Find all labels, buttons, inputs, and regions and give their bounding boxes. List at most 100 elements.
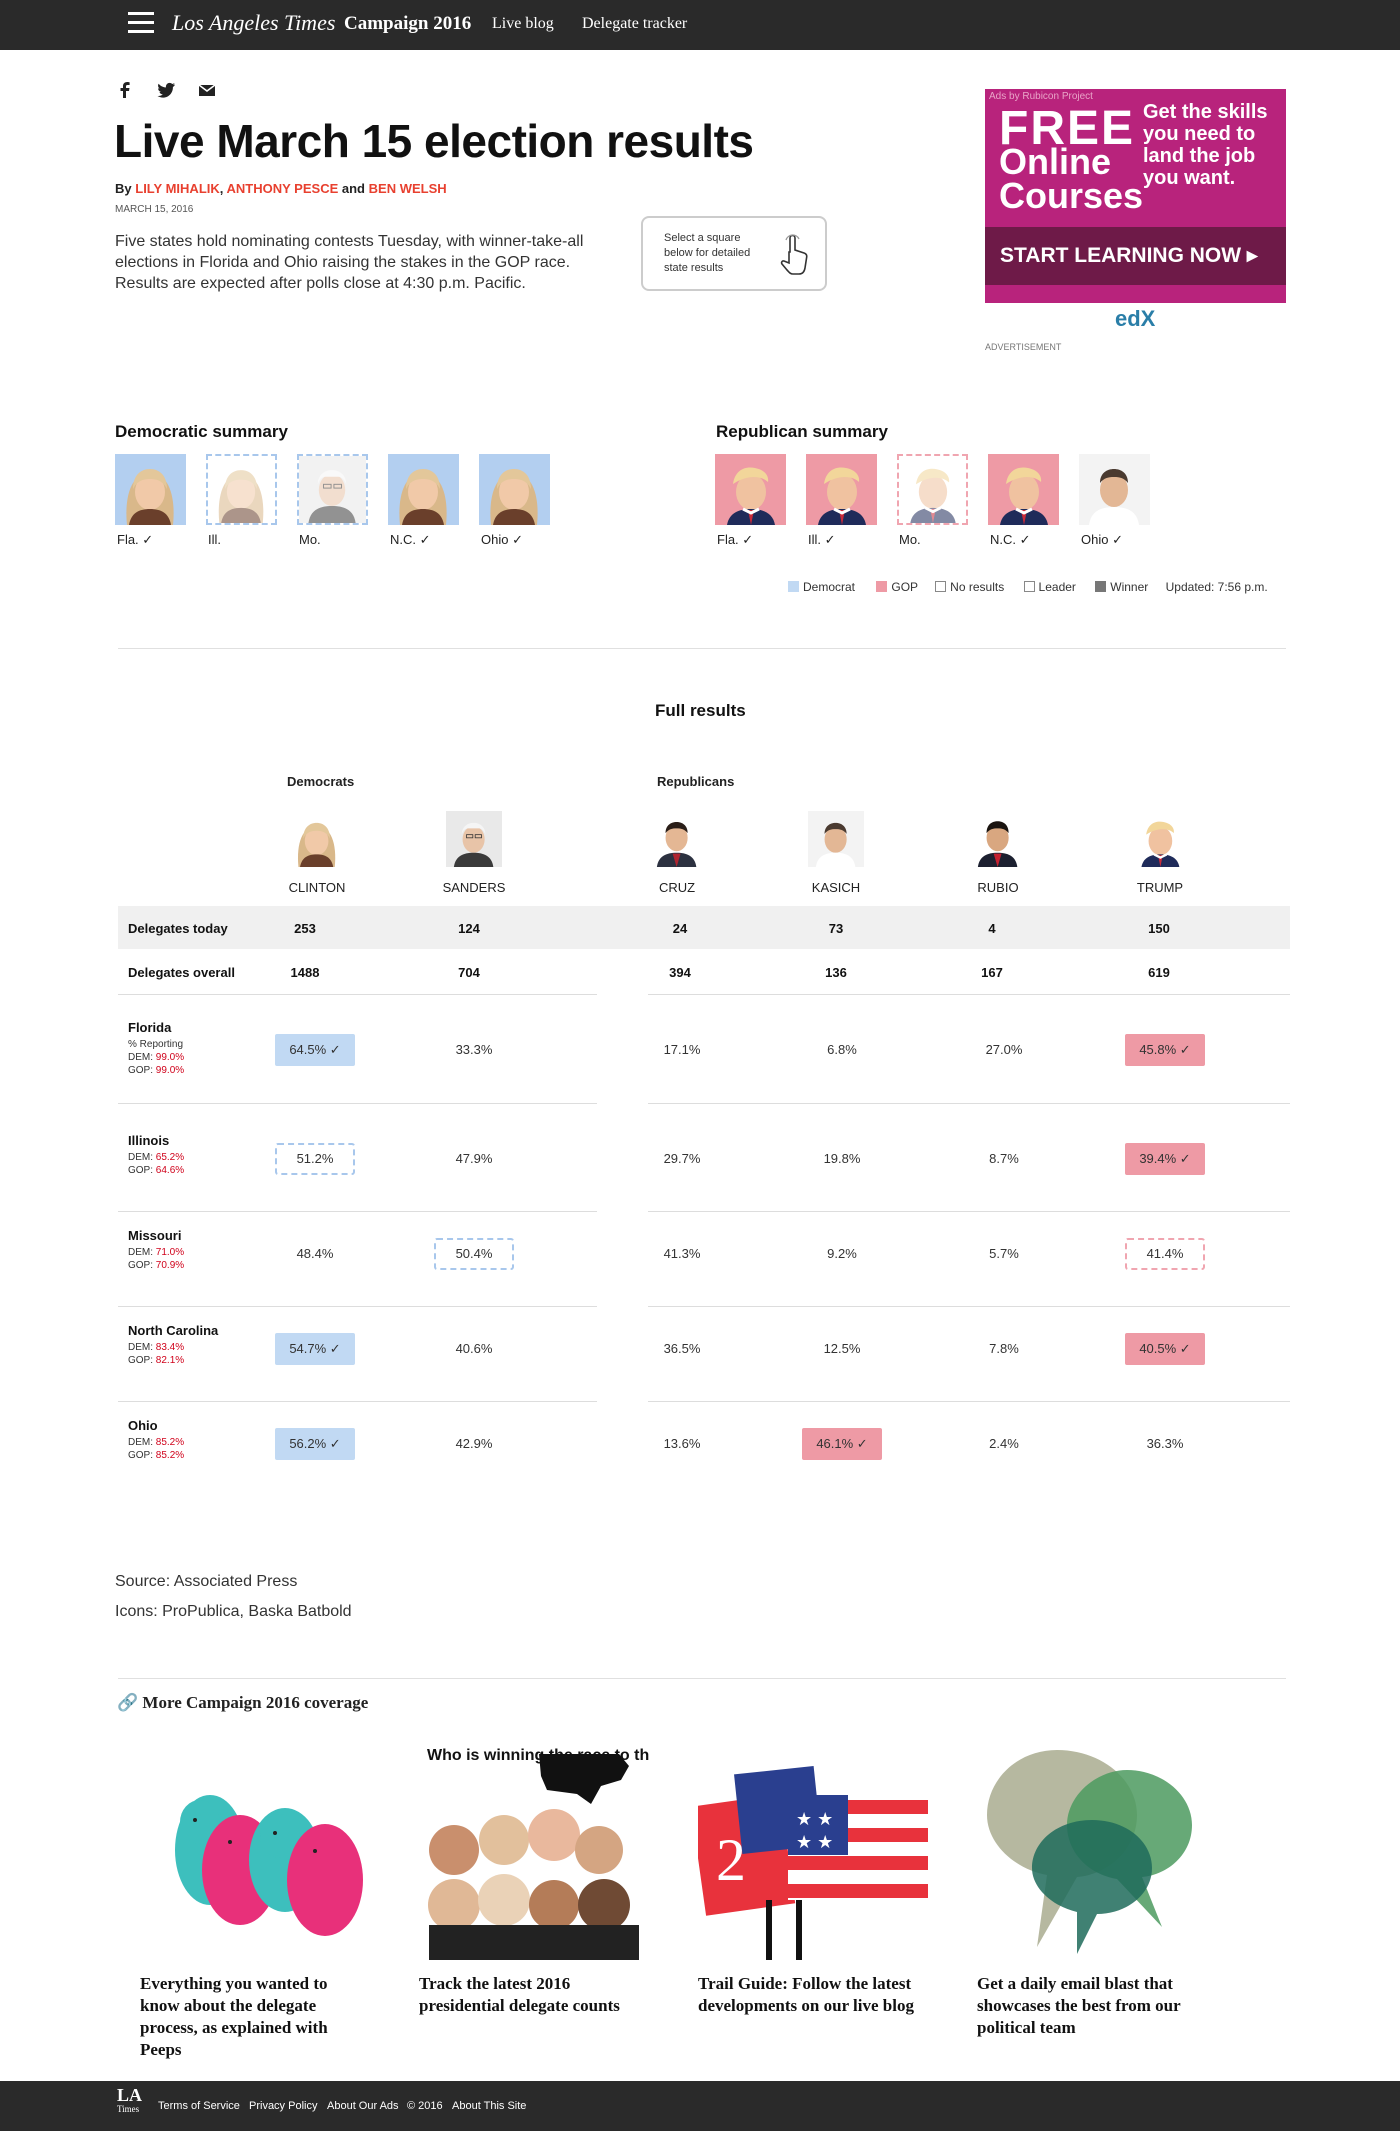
state-name[interactable]: Ohio <box>128 1418 158 1433</box>
candidate-header: SANDERS <box>409 808 539 895</box>
facebook-icon[interactable] <box>115 80 135 100</box>
gop-summary-tile[interactable] <box>1079 454 1150 525</box>
dem-summary-tile[interactable] <box>479 454 550 525</box>
state-name[interactable]: Florida <box>128 1020 171 1035</box>
nav-delegate-tracker[interactable]: Delegate tracker <box>582 15 687 33</box>
gop-summary-tile[interactable] <box>806 454 877 525</box>
footer: LA Times Terms of Service Privacy Policy… <box>0 2081 1400 2131</box>
row-divider <box>118 1401 597 1402</box>
icons-credit: Icons: ProPublica, Baska Batbold <box>115 1603 352 1620</box>
result-cell: 7.8% <box>989 1341 1019 1356</box>
delegates-today-value: 253 <box>294 921 316 936</box>
candidate-name: CLINTON <box>288 880 346 895</box>
coverage-caption-peeps[interactable]: Everything you wanted to know about the … <box>140 1973 370 2061</box>
publish-date: MARCH 15, 2016 <box>115 204 194 215</box>
state-name[interactable]: Illinois <box>128 1133 169 1148</box>
byline-and: and <box>341 181 366 196</box>
coverage-card-delegates[interactable]: Who is winning the race to the nominatio… <box>419 1740 759 2017</box>
candidate-photo <box>289 808 345 870</box>
delegates-today-value: 73 <box>828 921 844 936</box>
legend-leader: Leader <box>1038 580 1076 594</box>
footer-about-ads-link[interactable]: About Our Ads <box>327 2100 399 2112</box>
dem-summary-tile[interactable] <box>206 454 277 525</box>
dem-summary-tile-label: Fla. ✓ <box>117 532 154 547</box>
gop-summary-tile-label: Ill. ✓ <box>808 532 836 547</box>
result-cell: 36.3% <box>1146 1436 1184 1451</box>
legend: Democrat GOP No results Leader Winner Up… <box>788 580 1268 594</box>
gop-reporting: GOP: 99.0% <box>128 1065 185 1076</box>
legend-swatch-winner <box>1095 581 1107 592</box>
edx-logo[interactable]: edX <box>1115 306 1155 332</box>
result-cell: 27.0% <box>985 1042 1023 1057</box>
row-divider <box>118 1103 597 1104</box>
gop-summary-tile[interactable] <box>988 454 1059 525</box>
author-link-mihalik[interactable]: LILY MIHALIK <box>135 181 220 196</box>
gop-summary-tile[interactable] <box>897 454 968 525</box>
state-reporting: DEM: 83.4% GOP: 82.1% <box>128 1341 184 1367</box>
menu-icon[interactable] <box>128 12 154 34</box>
dem-summary-tile-label: N.C. ✓ <box>390 532 431 547</box>
footer-about-site-link[interactable]: About This Site <box>452 2100 526 2112</box>
email-icon[interactable] <box>197 80 217 100</box>
result-cell: 54.7% ✓ <box>275 1333 355 1365</box>
ad-banner[interactable]: Ads by Rubicon Project FREE Online Cours… <box>985 89 1286 303</box>
coverage-card-peeps[interactable]: Everything you wanted to know about the … <box>140 1740 370 2061</box>
gop-reporting: GOP: 70.9% <box>128 1260 185 1271</box>
divider <box>118 1678 1286 1679</box>
delegates-overall-value: 394 <box>669 965 691 980</box>
delegates-overall-value: 136 <box>825 965 847 980</box>
candidate-name: RUBIO <box>977 880 1019 895</box>
trail-guide-image[interactable]: 2 ★ ★★ ★ <box>690 1740 928 1960</box>
coverage-caption-email[interactable]: Get a daily email blast that showcases t… <box>977 1973 1207 2039</box>
result-cell: 42.9% <box>455 1436 493 1451</box>
dem-summary-tile[interactable] <box>388 454 459 525</box>
candidate-photo <box>649 808 705 870</box>
row-divider <box>118 1306 597 1307</box>
author-link-pesce[interactable]: ANTHONY PESCE <box>227 181 339 196</box>
twitter-icon[interactable] <box>156 80 176 100</box>
footer-privacy-link[interactable]: Privacy Policy <box>249 2100 317 2112</box>
gop-summary-tile-label: Mo. <box>899 532 921 547</box>
result-cell: 40.5% ✓ <box>1125 1333 1205 1365</box>
result-cell: 48.4% <box>296 1246 334 1261</box>
candidate-photo <box>1132 808 1188 870</box>
result-cell: 36.5% <box>663 1341 701 1356</box>
svg-text:★ ★: ★ ★ <box>796 1832 833 1852</box>
state-name[interactable]: North Carolina <box>128 1323 218 1338</box>
lat-logo[interactable]: Los Angeles Times <box>172 10 335 36</box>
footer-terms-link[interactable]: Terms of Service <box>158 2100 240 2112</box>
gop-summary-tile-label: N.C. ✓ <box>990 532 1031 547</box>
gop-reporting: GOP: 85.2% <box>128 1450 185 1461</box>
result-cell: 51.2% <box>275 1143 355 1175</box>
gop-summary-tile[interactable] <box>715 454 786 525</box>
result-cell: 47.9% <box>455 1151 493 1166</box>
delegate-tracker-image[interactable]: Who is winning the race to the nominatio… <box>419 1740 759 1960</box>
result-cell: 8.7% <box>989 1151 1019 1166</box>
result-cell: 33.3% <box>455 1042 493 1057</box>
footer-logo[interactable]: LA Times <box>117 2086 142 2114</box>
coverage-card-email[interactable]: Get a daily email blast that showcases t… <box>977 1740 1207 2039</box>
pointer-hand-icon <box>780 234 808 275</box>
dem-summary-tile[interactable] <box>115 454 186 525</box>
ad-start-learning-button[interactable]: START LEARNING NOW ▸ <box>985 227 1286 285</box>
coverage-caption-trail-guide[interactable]: Trail Guide: Follow the latest developme… <box>698 1973 928 2017</box>
row-divider <box>648 1401 1290 1402</box>
result-cell: 50.4% <box>434 1238 514 1270</box>
coverage-card-trail-guide[interactable]: 2 ★ ★ ★ ★ Trail Guide: Follow the latest … <box>690 1740 928 2017</box>
nav-live-blog[interactable]: Live blog <box>492 15 554 33</box>
state-reporting: DEM: 85.2% GOP: 85.2% <box>128 1436 184 1462</box>
nav-campaign-2016[interactable]: Campaign 2016 <box>344 13 471 35</box>
delegates-overall-value: 167 <box>981 965 1003 980</box>
author-link-welsh[interactable]: BEN WELSH <box>369 181 447 196</box>
peeps-image[interactable] <box>140 1740 370 1960</box>
byline-by: By <box>115 181 132 196</box>
page-title: Live March 15 election results <box>114 115 754 167</box>
state-name[interactable]: Missouri <box>128 1228 181 1243</box>
result-cell: 6.8% <box>827 1042 857 1057</box>
dem-reporting: DEM: 71.0% <box>128 1247 185 1258</box>
candidate-name: KASICH <box>811 880 861 895</box>
speech-bubbles-image[interactable] <box>977 1740 1207 1960</box>
democrats-heading: Democrats <box>287 774 355 789</box>
coverage-caption-delegates[interactable]: Track the latest 2016 presidential deleg… <box>419 1973 649 2017</box>
dem-summary-tile[interactable] <box>297 454 368 525</box>
